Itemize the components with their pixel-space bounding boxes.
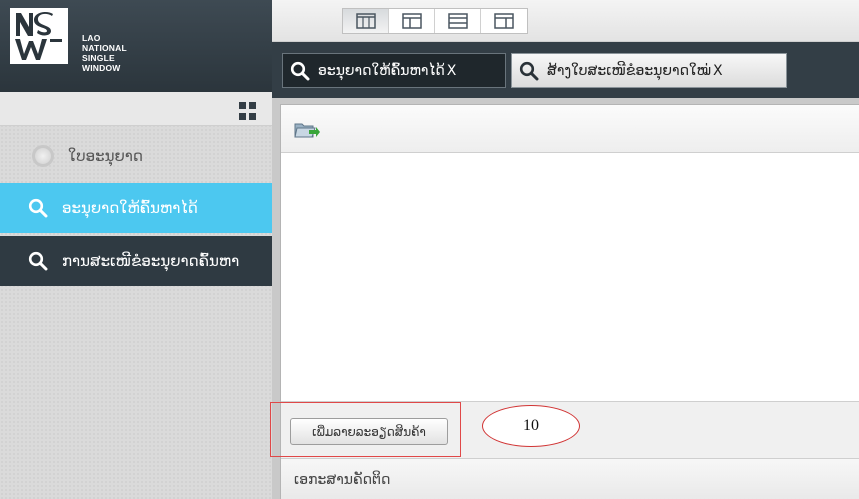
sidebar-item-license-request[interactable]: ການສະເໜີຂໍອະນຸຍາດຄົ້ນຫາ [0,236,272,286]
brand-line-3: SINGLE [82,53,115,63]
tab-bar: ອະນຸຍາດໃຫ້ຄົ້ນຫາໄດ້ X ສ້າງໃບສະເໜີຂໍອະນຸຍ… [272,42,859,98]
folder-open-icon[interactable] [294,120,320,140]
search-icon [519,61,539,80]
tab-searchable-license[interactable]: ອະນຸຍາດໃຫ້ຄົ້ນຫາໄດ້ X [282,53,506,88]
brand-line-1: LAO [82,33,101,43]
sidebar: LAO NATIONAL SINGLE WINDOW ໃບອະນຸຍາດ ອະນ… [0,0,272,499]
step-number-annotation: 10 [482,405,580,447]
sidebar-item-searchable-license[interactable]: ອະນຸຍາດໃຫ້ຄົ້ນຫາໄດ້ [0,183,272,233]
tab-close-button[interactable]: X [713,63,723,79]
brand-line-4: WINDOW [82,63,121,73]
nsw-logo [10,8,68,64]
brand-name: LAO NATIONAL SINGLE WINDOW [82,33,127,73]
sidebar-item-label: ການສະເໜີຂໍອະນຸຍາດຄົ້ນຫາ [62,252,240,270]
search-icon [28,198,48,218]
tab-label: ສ້າງໃບສະເໜີຂໍອະນຸຍາດໃໝ່ [547,62,712,79]
layout-switcher [342,8,528,34]
add-product-detail-button[interactable]: ເພີ່ມລາຍລະອຽດສິນຄ້າ [290,418,448,445]
sidebar-header-licenses[interactable]: ໃບອະນຸຍາດ [0,129,272,183]
layout-columns-icon[interactable] [343,9,389,33]
panel-header [281,105,859,153]
tab-new-license-request[interactable]: ສ້າງໃບສະເໜີຂໍອະນຸຍາດໃໝ່ X [511,53,787,88]
detail-panel: ເພີ່ມລາຍລະອຽດສິນຄ້າ 10 ເອກະສານຄັດຕິດ [270,104,859,499]
search-icon [28,251,48,271]
main-content: ເພີ່ມລາຍລະອຽດສິນຄ້າ 10 ເອກະສານຄັດຕິດ [270,98,859,499]
panel-body [281,153,859,401]
layout-toolbar [272,0,859,42]
tab-close-button[interactable]: X [447,63,457,79]
layout-left-panel-icon[interactable] [389,9,435,33]
sidebar-toolbar [0,92,272,126]
action-row: ເພີ່ມລາຍລະອຽດສິນຄ້າ 10 [270,401,859,458]
brand-line-2: NATIONAL [82,43,127,53]
attached-documents-label: ເອກະສານຄັດຕິດ [294,471,391,488]
sidebar-item-label: ອະນຸຍາດໃຫ້ຄົ້ນຫາໄດ້ [62,199,198,217]
layout-top-panel-icon[interactable] [481,9,527,33]
tab-label: ອະນຸຍາດໃຫ້ຄົ້ນຫາໄດ້ [318,62,445,79]
search-icon [290,61,310,80]
brand-header: LAO NATIONAL SINGLE WINDOW [0,0,272,92]
grid-view-icon[interactable] [236,102,258,120]
sidebar-header-label: ໃບອະນຸຍາດ [68,147,143,165]
magnifier-badge-icon [32,145,54,167]
attached-documents-section[interactable]: ເອກະສານຄັດຕິດ [281,458,859,499]
layout-rows-icon[interactable] [435,9,481,33]
